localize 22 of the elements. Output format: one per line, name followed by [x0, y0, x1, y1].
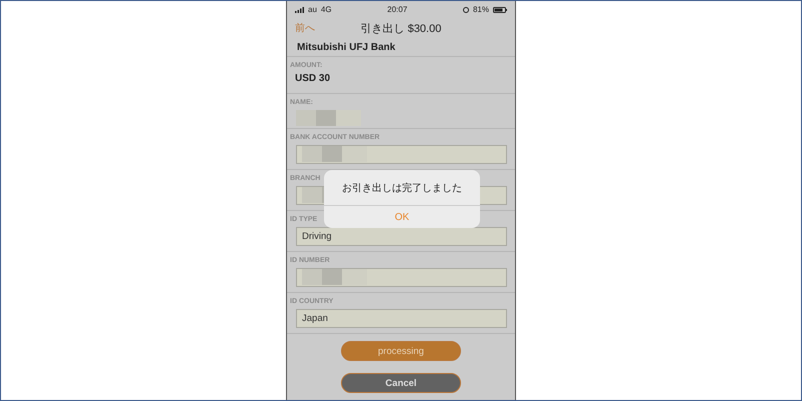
back-link[interactable]: 前へ [295, 21, 315, 35]
network-label: 4G [320, 5, 332, 14]
alert-message: お引き出しは完了しました [324, 170, 480, 206]
status-time: 20:07 [387, 5, 408, 14]
battery-percent: 81% [472, 5, 489, 14]
carrier-label: au [308, 5, 317, 14]
input-field[interactable]: Driving [296, 227, 507, 246]
redacted-block [302, 146, 367, 162]
input-field[interactable]: Japan [296, 309, 507, 328]
ok-button[interactable]: OK [324, 206, 480, 228]
field-value: USD 30 [294, 73, 330, 84]
location-icon [462, 6, 469, 12]
cancel-button[interactable]: Cancel [341, 373, 461, 393]
redacted-block [302, 269, 367, 285]
screen-title: 引き出し $30.00 [360, 22, 442, 36]
battery-icon [493, 6, 507, 12]
input-field[interactable] [296, 268, 507, 287]
redacted-block [296, 110, 361, 126]
input-field[interactable] [296, 145, 507, 164]
bank-name: Mitsubishi UFJ Bank [297, 42, 396, 52]
processing-button[interactable]: processing [341, 341, 461, 361]
signal-icon [295, 6, 304, 12]
